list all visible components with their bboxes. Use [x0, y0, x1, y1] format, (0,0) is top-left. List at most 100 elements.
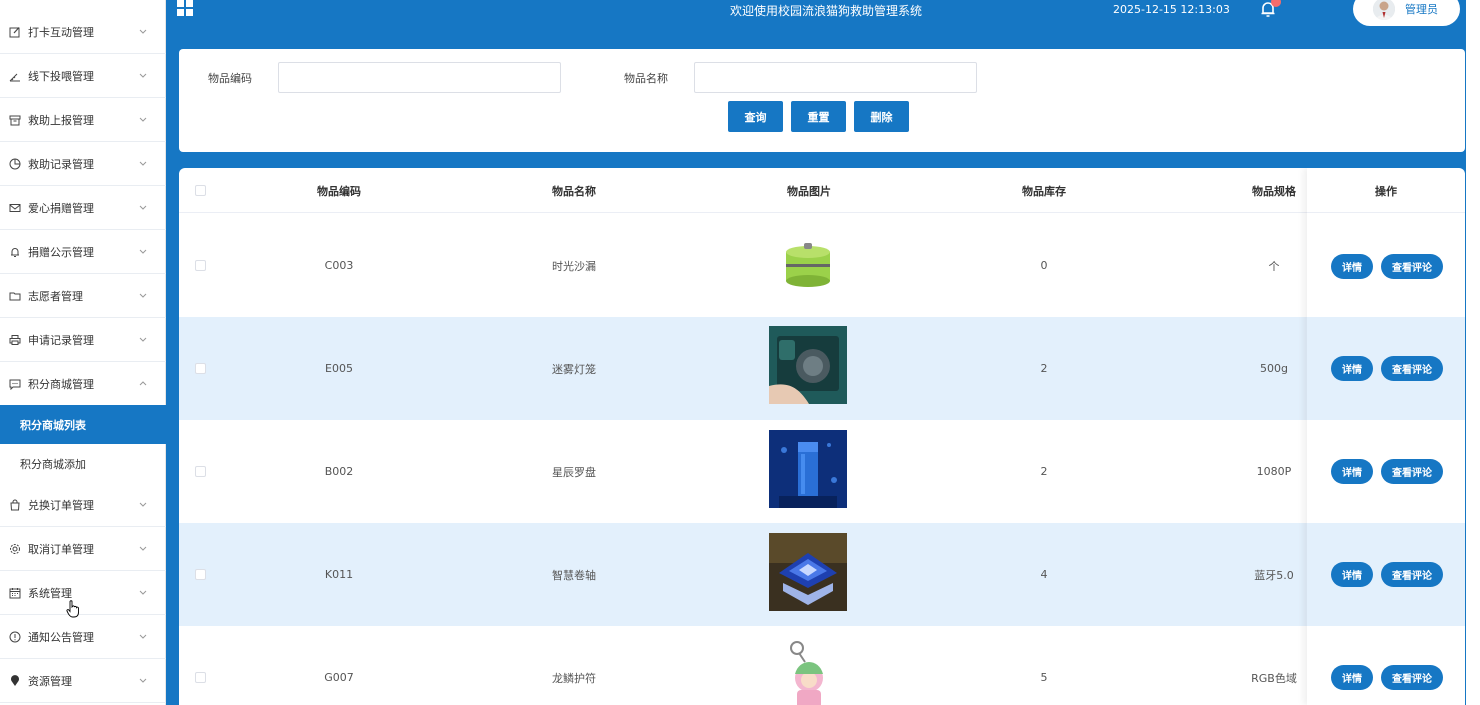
chevron-down-icon	[138, 247, 148, 257]
chevron-down-icon	[138, 291, 148, 301]
sidebar-item-volunteer[interactable]: 志愿者管理	[0, 274, 166, 318]
item-image-keychain[interactable]	[769, 638, 847, 705]
sidebar-item-label: 爱心捐赠管理	[28, 201, 94, 215]
datetime: 2025-12-15 12:13:03	[1113, 3, 1230, 16]
sidebar-item-rescue-report[interactable]: 救助上报管理	[0, 98, 166, 142]
user-menu[interactable]: 管理员	[1353, 0, 1460, 26]
row-checkbox[interactable]	[195, 260, 206, 271]
sidebar-item-label: 志愿者管理	[28, 289, 83, 303]
sidebar-item-donation[interactable]: 爱心捐赠管理	[0, 186, 166, 230]
table-row[interactable]: E005 迷雾灯笼 2 500g	[179, 317, 1465, 420]
cell-code: G007	[324, 671, 354, 684]
table-row[interactable]: K011 智慧卷轴 4 蓝牙5.0	[179, 523, 1465, 626]
items-table: 物品编码 物品名称 物品图片 物品库存 物品规格 操作 C003 时光沙漏 0 …	[179, 168, 1465, 705]
sidebar-item-label: 兑换订单管理	[28, 498, 94, 512]
gear-icon	[8, 542, 22, 556]
location-icon	[8, 674, 22, 688]
detail-button[interactable]: 详情	[1331, 665, 1373, 690]
app-title: 欢迎使用校园流浪猫狗救助管理系统	[729, 4, 922, 18]
chevron-down-icon	[138, 115, 148, 125]
sidebar-item-label: 系统管理	[28, 586, 72, 600]
detail-button[interactable]: 详情	[1331, 459, 1373, 484]
sidebar: 打卡互动管理 线下投喂管理 救助上报管理 救助记录管理 爱心捐赠管理 捐赠公示管…	[0, 0, 166, 705]
sidebar-item-exchange-orders[interactable]: 兑换订单管理	[0, 483, 166, 527]
sidebar-item-label: 通知公告管理	[28, 630, 94, 644]
comments-button[interactable]: 查看评论	[1381, 254, 1443, 279]
main-area: 欢迎使用校园流浪猫狗救助管理系统 2025-12-15 12:13:03 管理员…	[166, 0, 1480, 705]
sidebar-item-label: 资源管理	[28, 674, 72, 688]
comments-button[interactable]: 查看评论	[1381, 665, 1443, 690]
name-label: 物品名称	[624, 72, 668, 85]
comments-button[interactable]: 查看评论	[1381, 459, 1443, 484]
item-image-lunchbox[interactable]	[769, 226, 847, 304]
cell-stock: 4	[1040, 568, 1048, 581]
printer-icon	[8, 333, 22, 347]
row-checkbox[interactable]	[195, 466, 206, 477]
comments-button[interactable]: 查看评论	[1381, 562, 1443, 587]
chevron-down-icon	[138, 588, 148, 598]
detail-button[interactable]: 详情	[1331, 356, 1373, 381]
row-checkbox[interactable]	[195, 672, 206, 683]
header-image: 物品图片	[787, 184, 831, 198]
item-image-crystal[interactable]	[769, 533, 847, 611]
sidebar-item-feeding[interactable]: 线下投喂管理	[0, 54, 166, 98]
item-image-gadget[interactable]	[769, 326, 847, 404]
search-panel: 物品编码 物品名称 查询 重置 删除	[179, 49, 1465, 152]
sidebar-item-rescue-record[interactable]: 救助记录管理	[0, 142, 166, 186]
calendar-icon	[8, 586, 22, 600]
notification-bell-icon[interactable]	[1260, 0, 1282, 18]
top-bar: 欢迎使用校园流浪猫狗救助管理系统 2025-12-15 12:13:03 管理员	[166, 0, 1480, 36]
table-row[interactable]: B002 星辰罗盘 2 1080P	[179, 420, 1465, 523]
header-code[interactable]: 物品编码	[259, 168, 419, 213]
operations-column: 详情 查看评论 详情 查看评论 详情 查看评论 详情 查看评论 详情 查看评论	[1307, 168, 1465, 705]
page-scrollbar[interactable]	[1466, 0, 1480, 705]
cell-stock: 2	[1040, 465, 1048, 478]
chevron-down-icon	[138, 676, 148, 686]
delete-button[interactable]: 删除	[854, 101, 909, 132]
sidebar-item-label: 捐赠公示管理	[28, 245, 94, 259]
sidebar-item-notice[interactable]: 通知公告管理	[0, 615, 166, 659]
ruler-icon	[8, 69, 22, 83]
query-button[interactable]: 查询	[728, 101, 783, 132]
row-checkbox[interactable]	[195, 363, 206, 374]
name-input[interactable]	[694, 62, 977, 93]
sidebar-item-points-mall[interactable]: 积分商城管理	[0, 362, 166, 406]
sidebar-subitem-mall-list[interactable]: 积分商城列表	[0, 405, 166, 444]
pie-chart-icon	[8, 157, 22, 171]
user-name: 管理员	[1405, 3, 1438, 16]
sidebar-item-label: 线下投喂管理	[28, 69, 94, 83]
table-row[interactable]: C003 时光沙漏 0 个	[179, 214, 1465, 317]
cell-name: 时光沙漏	[552, 259, 596, 273]
cell-name: 智慧卷轴	[552, 568, 596, 582]
chevron-down-icon	[138, 544, 148, 554]
cell-name: 迷雾灯笼	[552, 362, 596, 376]
item-image-bottle[interactable]	[769, 430, 847, 508]
select-all-checkbox[interactable]	[195, 185, 206, 196]
table-row[interactable]: G007 龙鳞护符 5 RGB色域	[179, 626, 1465, 705]
chevron-down-icon	[138, 500, 148, 510]
chevron-down-icon	[138, 335, 148, 345]
sidebar-item-application[interactable]: 申请记录管理	[0, 318, 166, 362]
reset-button[interactable]: 重置	[791, 101, 846, 132]
sidebar-item-checkin[interactable]: 打卡互动管理	[0, 10, 166, 54]
header-name[interactable]: 物品名称	[494, 168, 654, 213]
sidebar-item-donation-public[interactable]: 捐赠公示管理	[0, 230, 166, 274]
sidebar-subitem-mall-add[interactable]: 积分商城添加	[0, 444, 166, 483]
cell-stock: 5	[1040, 671, 1048, 684]
header-stock[interactable]: 物品库存	[964, 168, 1124, 213]
chat-icon	[8, 377, 22, 391]
sidebar-item-system[interactable]: 系统管理	[0, 571, 166, 615]
comments-button[interactable]: 查看评论	[1381, 356, 1443, 381]
info-icon	[8, 630, 22, 644]
code-input[interactable]	[278, 62, 561, 93]
detail-button[interactable]: 详情	[1331, 562, 1373, 587]
mail-icon	[8, 201, 22, 215]
chevron-down-icon	[138, 159, 148, 169]
sidebar-item-cancel-orders[interactable]: 取消订单管理	[0, 527, 166, 571]
code-label: 物品编码	[208, 72, 252, 85]
detail-button[interactable]: 详情	[1331, 254, 1373, 279]
row-checkbox[interactable]	[195, 569, 206, 580]
sidebar-item-resources[interactable]: 资源管理	[0, 659, 166, 703]
sidebar-item-label: 打卡互动管理	[28, 25, 94, 39]
table-header: 物品编码 物品名称 物品图片 物品库存 物品规格 操作	[179, 168, 1465, 213]
